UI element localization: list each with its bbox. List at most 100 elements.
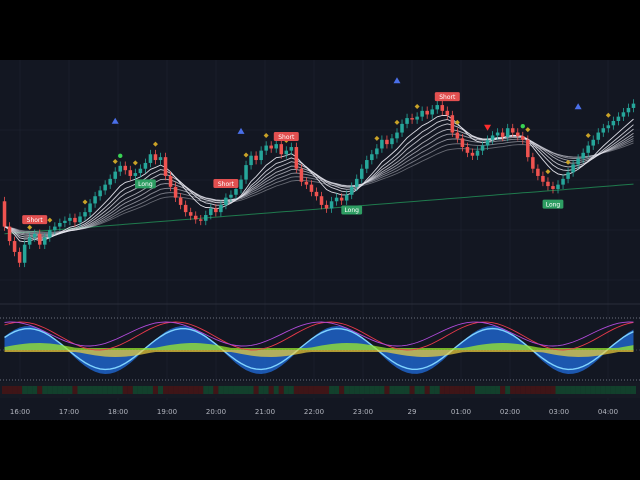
candle-body xyxy=(108,178,112,185)
candle xyxy=(546,177,550,191)
volume-bar xyxy=(480,386,486,394)
volume-bar xyxy=(188,386,194,394)
volume-bar xyxy=(610,386,616,394)
volume-bar xyxy=(178,386,184,394)
candle xyxy=(123,161,128,175)
candle xyxy=(214,204,218,217)
candle xyxy=(440,100,445,116)
candle-body xyxy=(354,178,359,187)
candle xyxy=(415,112,419,124)
candle xyxy=(48,225,52,242)
time-axis-label: 03:00 xyxy=(549,408,569,416)
candle xyxy=(349,182,354,200)
short-signal-label: Short xyxy=(22,215,48,225)
time-axis: 16:00 17:00 18:00 19:00 20:00 21:00 22:00 23:00… xyxy=(10,408,618,416)
volume-bar xyxy=(384,386,390,394)
volume-bar xyxy=(92,386,98,394)
volume-bar xyxy=(600,386,606,394)
candle xyxy=(324,200,329,213)
candle xyxy=(17,247,22,268)
candle-body xyxy=(209,208,213,216)
volume-bar xyxy=(102,386,108,394)
candle-body xyxy=(32,233,37,238)
candle xyxy=(395,128,399,143)
chart-window[interactable]: Short Short Short Short Long Long Long 16:00 17… xyxy=(0,60,640,420)
candle-body xyxy=(510,128,515,133)
candle xyxy=(2,196,7,231)
ema-ribbon-line xyxy=(4,133,634,236)
candle-body xyxy=(581,152,585,159)
candle xyxy=(601,123,606,137)
candle-body xyxy=(546,181,550,187)
candle xyxy=(284,146,289,159)
volume-bar xyxy=(283,386,289,394)
volume-bar xyxy=(565,386,571,394)
volume-bar xyxy=(168,386,174,394)
volume-bar xyxy=(580,386,586,394)
volume-bar xyxy=(540,386,546,394)
candle-body xyxy=(299,168,304,182)
candle xyxy=(254,151,258,165)
candle-body xyxy=(229,194,233,198)
candle-body xyxy=(561,178,565,185)
diamond-marker xyxy=(27,224,33,230)
volume-bar xyxy=(72,386,78,394)
volume-bar xyxy=(414,386,420,394)
candle-body xyxy=(98,190,102,197)
candle xyxy=(93,191,97,208)
up-arrow-icon xyxy=(111,117,119,124)
candle-body xyxy=(385,139,389,145)
volume-bar xyxy=(354,386,360,394)
candle-body xyxy=(279,144,284,155)
volume-bar xyxy=(313,386,319,394)
candle xyxy=(148,149,153,168)
candle-body xyxy=(244,165,248,180)
diamond-marker xyxy=(82,199,88,205)
time-axis-label: 01:00 xyxy=(451,408,471,416)
candle xyxy=(344,190,349,205)
candle-body xyxy=(214,208,218,213)
candle-body xyxy=(556,184,560,189)
candle xyxy=(12,236,17,257)
diamond-marker xyxy=(585,132,591,138)
chart-canvas[interactable]: Short Short Short Short Long Long Long 16:00 17… xyxy=(0,60,640,420)
candle-body xyxy=(58,222,62,227)
candle-body xyxy=(204,215,208,221)
volume-bar xyxy=(630,386,636,394)
candle xyxy=(621,107,626,121)
candle xyxy=(611,116,616,130)
candle xyxy=(480,141,485,155)
volume-bar xyxy=(32,386,38,394)
short-signal-label: Short xyxy=(434,92,460,102)
volume-bar xyxy=(243,386,249,394)
volume-bar xyxy=(258,386,264,394)
volume-bar xyxy=(469,386,475,394)
candle-body xyxy=(68,217,72,221)
short-signal-label: Short xyxy=(273,131,299,141)
long-signal-label: Long xyxy=(341,205,363,215)
up-arrow-icon xyxy=(574,103,582,110)
volume-bar xyxy=(117,386,123,394)
candle xyxy=(204,210,208,226)
diamond-marker xyxy=(263,132,269,138)
candle-body xyxy=(53,226,57,231)
volume-bar xyxy=(208,386,214,394)
candle xyxy=(294,142,299,174)
candle-body xyxy=(505,128,510,137)
candle xyxy=(128,165,133,181)
candle xyxy=(591,135,595,150)
candlestick-series[interactable] xyxy=(2,99,636,268)
time-axis-label: 20:00 xyxy=(206,408,226,416)
candle-body xyxy=(43,237,47,245)
candle-body xyxy=(173,186,178,198)
candle xyxy=(314,187,319,201)
candle xyxy=(153,149,158,165)
volume-bar xyxy=(570,386,576,394)
candle xyxy=(68,213,72,226)
candle-body xyxy=(2,201,7,227)
candle xyxy=(83,207,87,221)
oscillator-pane[interactable] xyxy=(0,317,640,381)
diamond-marker xyxy=(545,169,551,175)
candle-body xyxy=(153,154,158,161)
candle-body xyxy=(375,148,379,155)
